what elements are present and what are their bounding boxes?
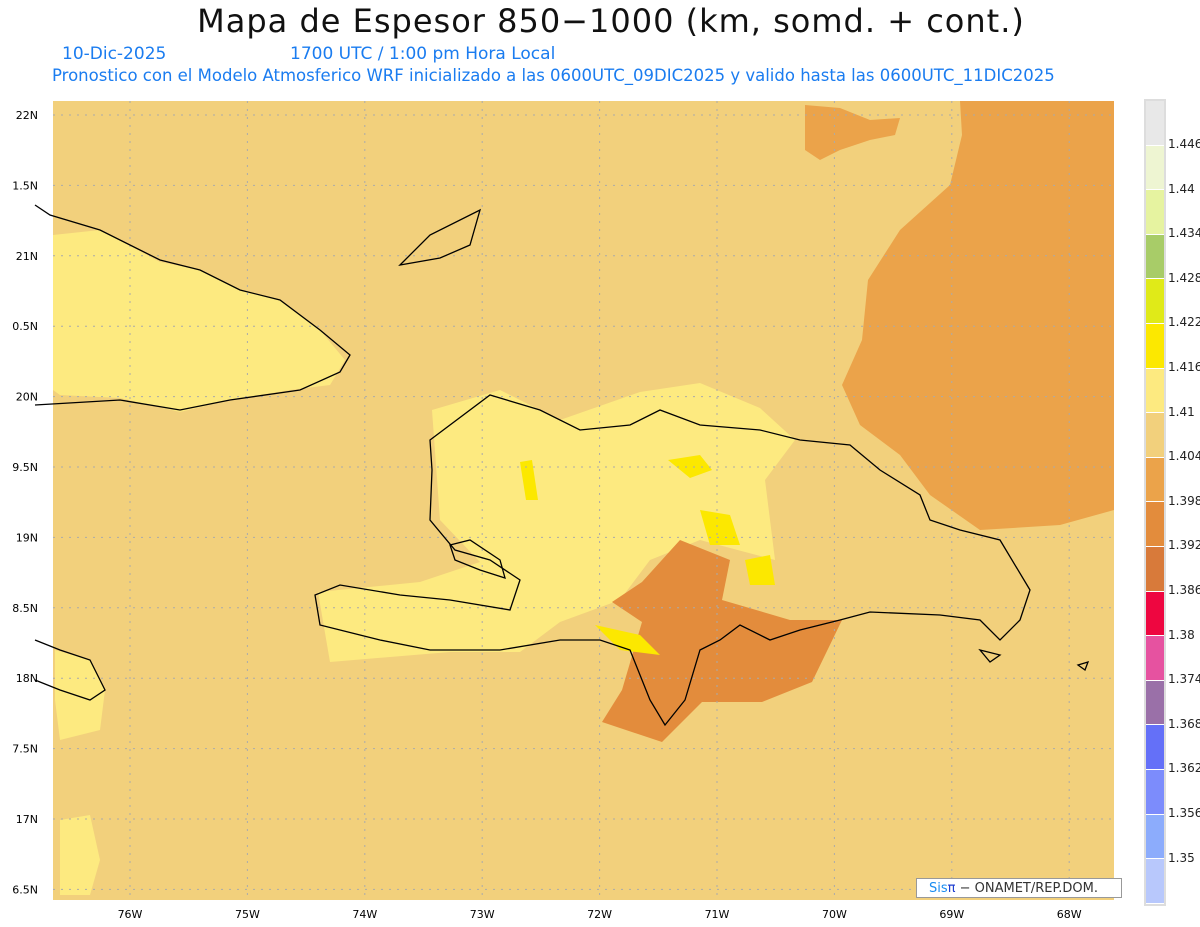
colorbar-label: 1.41 <box>1168 404 1195 419</box>
lat-label: 7.5N <box>12 743 38 756</box>
colorbar-swatch <box>1146 636 1164 681</box>
colorbar-swatch <box>1146 279 1164 324</box>
colorbar-swatch <box>1146 680 1164 726</box>
colorbar-swatch <box>1146 368 1164 414</box>
colorbar-swatch <box>1146 814 1164 860</box>
lon-label: 76W <box>118 908 143 921</box>
colorbar-label: 1.428 <box>1168 270 1200 285</box>
lat-label: 8.5N <box>12 602 38 615</box>
lat-label: 21N <box>16 250 38 263</box>
colorbar-swatch <box>1146 457 1164 503</box>
colorbar-swatch <box>1146 769 1164 815</box>
colorbar-label: 1.416 <box>1168 360 1200 374</box>
lon-label: 73W <box>470 908 495 921</box>
colorbar-swatch <box>1146 190 1164 235</box>
lon-label: 68W <box>1057 908 1082 921</box>
colorbar-label: 1.356 <box>1168 806 1200 820</box>
colorbar <box>1144 99 1166 906</box>
colorbar-label: 1.35 <box>1168 850 1195 865</box>
colorbar-label: 1.386 <box>1168 583 1200 597</box>
lat-label: 6.5N <box>12 883 38 896</box>
lat-label: 18N <box>16 672 38 685</box>
colorbar-label: 1.434 <box>1168 226 1200 241</box>
lat-label: 20N <box>16 391 38 404</box>
colorbar-swatch <box>1146 859 1164 904</box>
colorbar-label: 1.446 <box>1168 137 1200 151</box>
colorbar-label: 1.38 <box>1168 627 1195 642</box>
lat-label: 19N <box>16 531 38 544</box>
lon-label: 75W <box>235 908 260 921</box>
colorbar-label: 1.398 <box>1168 493 1200 508</box>
credit-text: − ONAMET/REP.DOM. <box>955 881 1099 896</box>
lon-label: 70W <box>822 908 847 921</box>
colorbar-swatch <box>1146 101 1164 146</box>
lat-label: 0.5N <box>12 320 38 333</box>
credit-box: Sisπ − ONAMET/REP.DOM. <box>916 878 1122 898</box>
colorbar-swatch <box>1146 413 1164 458</box>
colorbar-label: 1.368 <box>1168 716 1200 731</box>
lon-label: 74W <box>352 908 377 921</box>
lat-label: 1.5N <box>12 179 38 192</box>
colorbar-swatch <box>1146 145 1164 191</box>
colorbar-swatch <box>1146 725 1164 770</box>
colorbar-swatch <box>1146 323 1164 369</box>
lat-label: 22N <box>16 109 38 122</box>
lon-label: 69W <box>939 908 964 921</box>
lat-label: 9.5N <box>12 461 38 474</box>
colorbar-label: 1.404 <box>1168 449 1200 464</box>
colorbar-label: 1.392 <box>1168 538 1200 553</box>
colorbar-label: 1.374 <box>1168 672 1200 687</box>
credit-logo-sis: Sis <box>929 881 948 896</box>
colorbar-swatch <box>1146 591 1164 637</box>
colorbar-label: 1.422 <box>1168 315 1200 330</box>
colorbar-swatch <box>1146 502 1164 547</box>
colorbar-label: 1.44 <box>1168 181 1195 196</box>
lat-label: 17N <box>16 813 38 826</box>
colorbar-label: 1.362 <box>1168 761 1200 776</box>
lon-label: 72W <box>587 908 612 921</box>
thickness-map: 22N 1.5N 21N 0.5N 20N 9.5N 19N 8.5N 18N 7.5N 17N 6.… <box>12 101 1114 921</box>
lon-label: 71W <box>705 908 730 921</box>
colorbar-swatch <box>1146 546 1164 592</box>
contour-region-1416-c <box>745 555 775 585</box>
colorbar-swatch <box>1146 234 1164 280</box>
